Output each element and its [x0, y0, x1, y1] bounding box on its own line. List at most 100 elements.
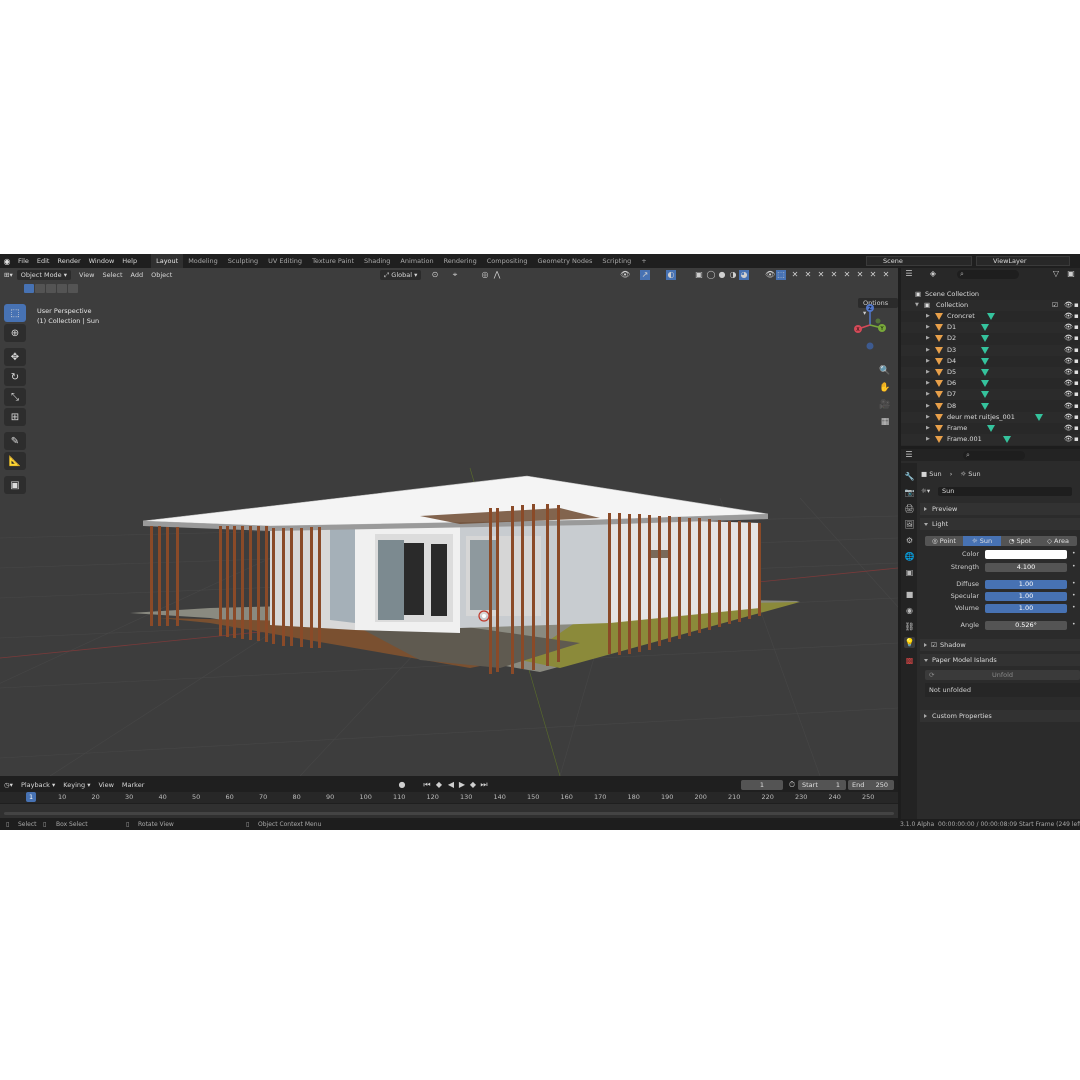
tab-texture-paint[interactable]: Texture Paint — [307, 254, 359, 268]
collection-render-icon[interactable]: ▪ — [1074, 300, 1079, 311]
menu-view[interactable]: View — [75, 270, 98, 280]
camera-view-icon[interactable]: 🎥 — [877, 398, 893, 412]
proportional-edit-icon[interactable]: ◎ — [480, 270, 490, 280]
falloff-icon[interactable]: ⋀ — [492, 270, 502, 280]
render-icon[interactable]: ▪ — [1074, 423, 1079, 434]
perspective-grid-icon[interactable]: ▦ — [877, 415, 893, 429]
display-mode-icon[interactable]: ◈ — [928, 269, 938, 279]
datablock-name-field[interactable]: Sun — [938, 487, 1072, 496]
mesh-data-icon[interactable] — [981, 357, 989, 365]
outliner-row[interactable]: ▶ Croncret 👁 ▪ — [901, 311, 1080, 322]
collection-eye-icon[interactable]: 👁 — [1064, 300, 1073, 311]
type-sun-button[interactable]: ☼ Sun — [963, 536, 1001, 546]
render-icon[interactable]: ▪ — [1074, 367, 1079, 378]
menu-playback[interactable]: Playback ▾ — [17, 780, 59, 790]
move-tool-icon[interactable]: ✥ — [4, 348, 26, 366]
render-icon[interactable]: ▪ — [1074, 345, 1079, 356]
expand-icon[interactable]: ▶ — [926, 333, 930, 344]
measure-tool-icon[interactable]: 📐 — [4, 452, 26, 470]
mode-selector[interactable]: Object Mode ▾ — [16, 270, 72, 280]
blender-logo-icon[interactable]: ◉ — [0, 254, 14, 268]
outliner-row[interactable]: ▶ D3 👁 ▪ — [901, 344, 1080, 356]
menu-edit[interactable]: Edit — [33, 254, 54, 268]
clock-icon[interactable]: ⏱ — [787, 780, 797, 790]
eye-icon[interactable]: 👁 — [1064, 401, 1073, 412]
eye-icon[interactable]: 👁 — [1064, 378, 1073, 389]
gizmo-toggle-icon[interactable]: ↗ — [640, 270, 650, 280]
playhead[interactable]: 1 — [26, 792, 37, 802]
mesh-data-icon[interactable] — [981, 369, 989, 376]
restrict-icon-8[interactable]: ✕ — [881, 270, 891, 280]
type-area-button[interactable]: ◇ Area — [1039, 536, 1077, 546]
scene-collection-row[interactable]: ▣ Scene Collection — [901, 289, 1080, 300]
scene-tab-icon[interactable]: ⚙ — [904, 535, 915, 546]
expand-icon[interactable]: ▶ — [926, 423, 930, 434]
render-icon[interactable]: ▪ — [1074, 412, 1079, 423]
shadow-panel-header[interactable]: ☑ Shadow — [920, 639, 1080, 651]
pivot-icon[interactable]: ⊙ — [430, 270, 440, 280]
tab-compositing[interactable]: Compositing — [482, 254, 533, 268]
tab-uv-editing[interactable]: UV Editing — [263, 254, 307, 268]
mesh-data-icon[interactable] — [981, 324, 989, 332]
select-intersect-button[interactable] — [68, 284, 78, 293]
render-icon[interactable]: ▪ — [1074, 389, 1079, 400]
tab-sculpting[interactable]: Sculpting — [223, 254, 263, 268]
3d-viewport[interactable]: ⊞▾ Object Mode ▾ View Select Add Object … — [0, 268, 898, 776]
jump-end-icon[interactable]: ⏭ — [479, 780, 489, 790]
gizmo-neg-z[interactable] — [866, 342, 874, 350]
menu-file[interactable]: File — [14, 254, 33, 268]
prev-keyframe-icon[interactable]: ◆ — [434, 780, 444, 790]
properties-search-input[interactable]: ⌕ — [963, 451, 1025, 460]
properties-editor-icon[interactable]: ☰ — [904, 450, 914, 460]
tab-modeling[interactable]: Modeling — [183, 254, 223, 268]
select-subtract-button[interactable] — [46, 284, 56, 293]
expand-icon[interactable]: ▼ — [915, 300, 919, 311]
play-icon[interactable]: ▶ — [457, 780, 467, 790]
unfold-button[interactable]: ⟳ Unfold — [925, 670, 1080, 680]
select-invert-button[interactable] — [57, 284, 67, 293]
render-icon[interactable]: ▪ — [1074, 311, 1079, 322]
volume-slider[interactable]: 1.00 — [985, 604, 1067, 613]
light-panel-header[interactable]: Light — [920, 518, 1080, 530]
jump-start-icon[interactable]: ⏮ — [422, 780, 432, 790]
next-keyframe-icon[interactable]: ◆ — [468, 780, 478, 790]
new-collection-icon[interactable]: ▣ — [1066, 269, 1076, 279]
view-layer-tab-icon[interactable]: 🖼 — [904, 519, 915, 530]
tool-tab-icon[interactable]: 🔧 — [904, 471, 915, 482]
render-icon[interactable]: ▪ — [1074, 333, 1079, 344]
render-icon[interactable]: ▪ — [1074, 378, 1079, 389]
play-reverse-icon[interactable]: ◀ — [446, 780, 456, 790]
volume-keyframe-icon[interactable]: • — [1072, 604, 1076, 611]
outliner-row[interactable]: ▶ D4 👁 ▪ — [901, 356, 1080, 367]
object-tab-icon[interactable]: ■ — [904, 589, 915, 600]
tab-rendering[interactable]: Rendering — [439, 254, 482, 268]
angle-keyframe-icon[interactable]: • — [1072, 621, 1076, 628]
angle-field[interactable]: 0.526° — [985, 621, 1067, 630]
annotate-tool-icon[interactable]: ✎ — [4, 432, 26, 450]
navigation-gizmo[interactable]: Z X Y — [848, 303, 892, 353]
eye-icon[interactable]: 👁 — [1064, 412, 1073, 423]
scale-tool-icon[interactable]: ⤡ — [4, 388, 26, 406]
timeline-scrollbar[interactable] — [4, 812, 894, 815]
sun-datablock-icon[interactable]: ☼▾ — [921, 487, 930, 495]
output-tab-icon[interactable]: 🖨 — [904, 503, 915, 514]
render-icon[interactable]: ▪ — [1074, 401, 1079, 412]
eye-icon[interactable]: 👁 — [1064, 311, 1073, 322]
mesh-data-icon[interactable] — [1003, 436, 1011, 444]
menu-timeline-view[interactable]: View — [94, 780, 117, 790]
mesh-data-icon[interactable] — [981, 346, 989, 354]
collection-checkbox[interactable]: ☑ — [1052, 300, 1058, 311]
render-icon[interactable]: ▪ — [1074, 356, 1079, 367]
diffuse-slider[interactable]: 1.00 — [985, 580, 1067, 589]
outliner-row[interactable]: ▶ D6 👁 ▪ — [901, 378, 1080, 389]
color-keyframe-icon[interactable]: • — [1072, 550, 1076, 557]
outliner-row[interactable]: ▶ Frame.001 👁 ▪ — [901, 434, 1080, 446]
menu-window[interactable]: Window — [85, 254, 119, 268]
pan-hand-icon[interactable]: ✋ — [877, 381, 893, 395]
transform-tool-icon[interactable]: ⊞ — [4, 408, 26, 426]
tab-layout[interactable]: Layout — [151, 254, 184, 268]
wireframe-shading-icon[interactable]: ◯ — [706, 270, 716, 280]
menu-render[interactable]: Render — [53, 254, 84, 268]
visibility-icon[interactable]: 👁 — [620, 270, 630, 280]
menu-help[interactable]: Help — [118, 254, 141, 268]
